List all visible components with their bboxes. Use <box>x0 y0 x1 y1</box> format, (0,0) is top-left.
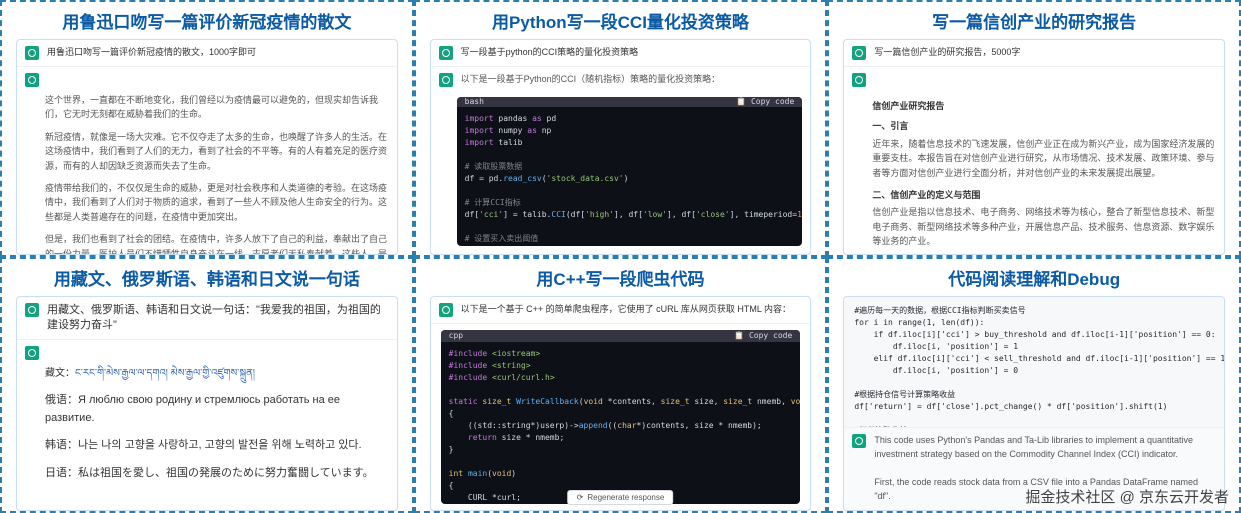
cell-title: 写一篇信创产业的研究报告 <box>843 8 1225 33</box>
cell-multilang: 用藏文、俄罗斯语、韩语和日文说一句话 用藏文、俄罗斯语、韩语和日文说一句话："我… <box>0 257 414 513</box>
debug-code-block: #遍历每一天的数据，根据CCI指标判断买卖信号 for i in range(1… <box>844 297 1224 428</box>
prompt-text: 写一段基于python的CCI策略的量化投资策略 <box>461 46 639 59</box>
user-icon <box>439 303 453 317</box>
section-p: 近年来，随着信息技术的飞速发展，信创产业正在成为新兴产业，成为国家经济发展的重要… <box>872 137 1216 180</box>
ai-icon <box>852 434 866 448</box>
cell-title: 用藏文、俄罗斯语、韩语和日文说一句话 <box>16 265 398 290</box>
code-header: cpp 📋 Copy code <box>441 330 801 343</box>
prompt-row: 写一段基于python的CCI策略的量化投资策略 <box>431 40 811 67</box>
chat-card: 用鲁迅口吻写一篇评价新冠疫情的散文，1000字即可 这个世界，一直都在不断地变化… <box>16 39 398 255</box>
prompt-row: 用鲁迅口吻写一篇评价新冠疫情的散文，1000字即可 <box>17 40 397 67</box>
section-h: 二、信创产业的定义与范围 <box>872 188 1216 202</box>
para: 这个世界，一直都在不断地变化，我们曾经以为疫情最可以避免的，但现实却告诉我们，它… <box>45 93 389 122</box>
doc-title: 信创产业研究报告 <box>872 99 1216 113</box>
lang-line: 日语：私は祖国を愛し、祖国の発展のために努力奮闘しています。 <box>45 465 389 483</box>
ai-icon <box>25 346 39 360</box>
prompt-text: 以下是一个基于 C++ 的简单爬虫程序，它使用了 cURL 库从网页获取 HTM… <box>461 303 791 316</box>
answer-body: 这个世界，一直都在不断地变化，我们曾经以为疫情最可以避免的，但现实却告诉我们，它… <box>17 93 397 255</box>
answer-text: This code uses Python's Pandas and Ta-Li… <box>874 434 1216 504</box>
prompt-row: 用藏文、俄罗斯语、韩语和日文说一句话："我爱我的祖国，为祖国的建设努力奋斗" <box>17 297 397 341</box>
cell-luxun-essay: 用鲁迅口吻写一篇评价新冠疫情的散文 用鲁迅口吻写一篇评价新冠疫情的散文，1000… <box>0 0 414 257</box>
para: 疫情带给我们的，不仅仅是生命的威胁，更是对社会秩序和人类道德的考验。在这场疫情中… <box>45 181 389 224</box>
answer-row: This code uses Python's Pandas and Ta-Li… <box>844 427 1224 510</box>
chat-card: 用藏文、俄罗斯语、韩语和日文说一句话："我爱我的祖国，为祖国的建设努力奋斗" 藏… <box>16 296 398 512</box>
prompt-text: 用藏文、俄罗斯语、韩语和日文说一句话："我爱我的祖国，为祖国的建设努力奋斗" <box>47 303 389 334</box>
prompt-row: 写一篇信创产业的研究报告，5000字 <box>844 40 1224 67</box>
answer-row <box>17 340 397 366</box>
answer-row <box>844 67 1224 93</box>
regenerate-button[interactable]: ⟳ Regenerate response <box>568 490 674 505</box>
chat-card: 写一篇信创产业的研究报告，5000字 信创产业研究报告 一、引言 近年来，随着信… <box>843 39 1225 255</box>
prompt-row: 以下是一个基于 C++ 的简单爬虫程序，它使用了 cURL 库从网页获取 HTM… <box>431 297 811 324</box>
examples-grid: 用鲁迅口吻写一篇评价新冠疫情的散文 用鲁迅口吻写一篇评价新冠疫情的散文，1000… <box>0 0 1241 513</box>
answer-row <box>17 67 397 93</box>
user-icon <box>852 46 866 60</box>
code-block: bash 📋 Copy code import pandas as pd imp… <box>457 97 803 246</box>
chat-card: #遍历每一天的数据，根据CCI指标判断买卖信号 for i in range(1… <box>843 296 1225 512</box>
code-body: import pandas as pd import numpy as np i… <box>457 107 803 246</box>
lang-line: 藏文：ང་རང་གི་མེས་རྒྱལ་ལ་དགའ། མེས་རྒྱལ་གྱི་… <box>45 366 389 382</box>
cell-code-debug: 代码阅读理解和Debug #遍历每一天的数据，根据CCI指标判断买卖信号 for… <box>827 257 1241 513</box>
chat-card: 写一段基于python的CCI策略的量化投资策略 以下是一段基于Python的C… <box>430 39 812 255</box>
code-lang-label: cpp <box>449 331 463 340</box>
refresh-icon: ⟳ <box>577 493 584 502</box>
cell-title: 用Python写一段CCI量化投资策略 <box>430 8 812 33</box>
para: 但是，我们也看到了社会的团结。在疫情中，许多人放下了自己的利益，奉献出了自己的一… <box>45 232 389 254</box>
cell-title: 用C++写一段爬虫代码 <box>430 265 812 290</box>
para: 新冠疫情，就像是一场大灾难。它不仅夺走了太多的生命，也唤醒了许多人的生活。在这场… <box>45 130 389 173</box>
ai-icon <box>439 73 453 87</box>
section-h: 一、引言 <box>872 119 1216 133</box>
answer-row: 以下是一段基于Python的CCI（随机指标）策略的量化投资策略： <box>431 67 811 93</box>
copy-code-button[interactable]: 📋 Copy code <box>734 331 792 340</box>
chat-card: 以下是一个基于 C++ 的简单爬虫程序，它使用了 cURL 库从网页获取 HTM… <box>430 296 812 512</box>
lang-block: 藏文：ང་རང་གི་མེས་རྒྱལ་ལ་དགའ། མེས་རྒྱལ་གྱི་… <box>17 366 397 500</box>
cell-title: 代码阅读理解和Debug <box>843 265 1225 290</box>
lang-line: 韩语：나는 나의 고향을 사랑하고, 고향의 발전을 위해 노력하고 있다. <box>45 437 389 455</box>
copy-code-button[interactable]: 📋 Copy code <box>736 97 794 106</box>
user-icon <box>25 303 39 317</box>
prompt-text: 写一篇信创产业的研究报告，5000字 <box>874 46 1020 59</box>
code-lang-label: bash <box>465 97 484 106</box>
answer-lead: 以下是一段基于Python的CCI（随机指标）策略的量化投资策略： <box>461 73 721 87</box>
cell-python-cci: 用Python写一段CCI量化投资策略 写一段基于python的CCI策略的量化… <box>414 0 828 257</box>
code-block: cpp 📋 Copy code #include <iostream> #inc… <box>441 330 801 505</box>
ai-icon <box>25 73 39 87</box>
user-icon <box>439 46 453 60</box>
code-body: #include <iostream> #include <string> #i… <box>441 342 801 504</box>
code-header: bash 📋 Copy code <box>457 97 803 107</box>
ai-icon <box>852 73 866 87</box>
user-icon <box>25 46 39 60</box>
answer-body: 信创产业研究报告 一、引言 近年来，随着信息技术的飞速发展，信创产业正在成为新兴… <box>844 93 1224 255</box>
cell-cpp-crawler: 用C++写一段爬虫代码 以下是一个基于 C++ 的简单爬虫程序，它使用了 cUR… <box>414 257 828 513</box>
cell-xinchuang-report: 写一篇信创产业的研究报告 写一篇信创产业的研究报告，5000字 信创产业研究报告… <box>827 0 1241 257</box>
lang-line: 俄语：Я люблю свою родину и стремлюсь работ… <box>45 392 389 427</box>
cell-title: 用鲁迅口吻写一篇评价新冠疫情的散文 <box>16 8 398 33</box>
prompt-text: 用鲁迅口吻写一篇评价新冠疫情的散文，1000字即可 <box>47 46 256 59</box>
section-p: 信创产业是指以信息技术、电子商务、网络技术等为核心，整合了新型信息技术、新型电子… <box>872 205 1216 248</box>
